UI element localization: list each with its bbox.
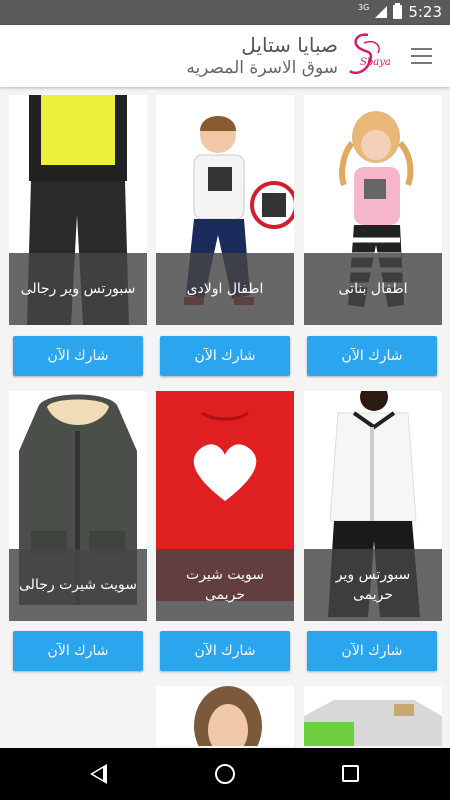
brand-logo: Sbaya <box>349 33 391 75</box>
product-image: سبورتس وير حريمى <box>304 391 442 621</box>
share-now-button[interactable]: شارك الآن <box>160 631 290 671</box>
product-label: سبورتس وير رجالى <box>9 253 147 325</box>
app-bar: صبايا ستايل سوق الاسرة المصريه Sbaya <box>0 25 450 87</box>
app-title-block: صبايا ستايل سوق الاسرة المصريه <box>186 33 338 78</box>
product-image: سبورتس وير رجالى <box>9 95 147 325</box>
system-nav-bar <box>0 748 450 800</box>
clock: 5:23 <box>408 3 442 21</box>
logo-text: Sbaya <box>360 57 391 68</box>
product-label: سويت شيرت رجالى <box>9 549 147 621</box>
product-card[interactable]: سبورتس وير رجالى <box>9 95 147 325</box>
product-grid: اطفال بناتى اطفال اولادى سبورتس وير رجال… <box>0 95 450 748</box>
product-image: سويت شيرت رجالى <box>9 391 147 621</box>
status-bar: 3G 5:23 <box>0 0 450 25</box>
signal-icon <box>375 6 388 18</box>
sweater-photo <box>304 686 442 746</box>
home-icon[interactable] <box>215 764 235 784</box>
share-now-button[interactable]: شارك الآن <box>307 336 437 376</box>
product-image: اطفال بناتى <box>304 95 442 325</box>
product-card[interactable]: اطفال اولادى <box>156 95 294 325</box>
product-card[interactable] <box>304 686 442 746</box>
status-indicators: 3G 5:23 <box>358 2 442 22</box>
product-image: سويت شيرت حريمى <box>156 391 294 621</box>
product-card[interactable] <box>156 686 294 746</box>
app-subtitle: سوق الاسرة المصريه <box>186 58 338 78</box>
network-type: 3G <box>358 2 370 12</box>
woman-photo <box>156 686 294 746</box>
product-card[interactable]: سويت شيرت حريمى <box>156 391 294 621</box>
recent-apps-icon[interactable] <box>342 765 359 782</box>
product-card[interactable]: سبورتس وير حريمى <box>304 391 442 621</box>
battery-icon <box>393 3 403 19</box>
product-label: اطفال بناتى <box>304 253 442 325</box>
share-now-button[interactable]: شارك الآن <box>307 631 437 671</box>
product-image <box>156 686 294 746</box>
share-now-button[interactable]: شارك الآن <box>13 336 143 376</box>
product-label: سبورتس وير حريمى <box>304 549 442 621</box>
product-image <box>304 686 442 746</box>
product-image: اطفال اولادى <box>156 95 294 325</box>
product-label: اطفال اولادى <box>156 253 294 325</box>
product-card[interactable]: سويت شيرت رجالى <box>9 391 147 621</box>
product-card[interactable]: اطفال بناتى <box>304 95 442 325</box>
back-icon[interactable] <box>90 764 107 784</box>
product-label: سويت شيرت حريمى <box>156 549 294 621</box>
share-now-button[interactable]: شارك الآن <box>13 631 143 671</box>
hamburger-menu-icon[interactable] <box>411 48 432 64</box>
app-title: صبايا ستايل <box>241 33 338 57</box>
share-now-button[interactable]: شارك الآن <box>160 336 290 376</box>
